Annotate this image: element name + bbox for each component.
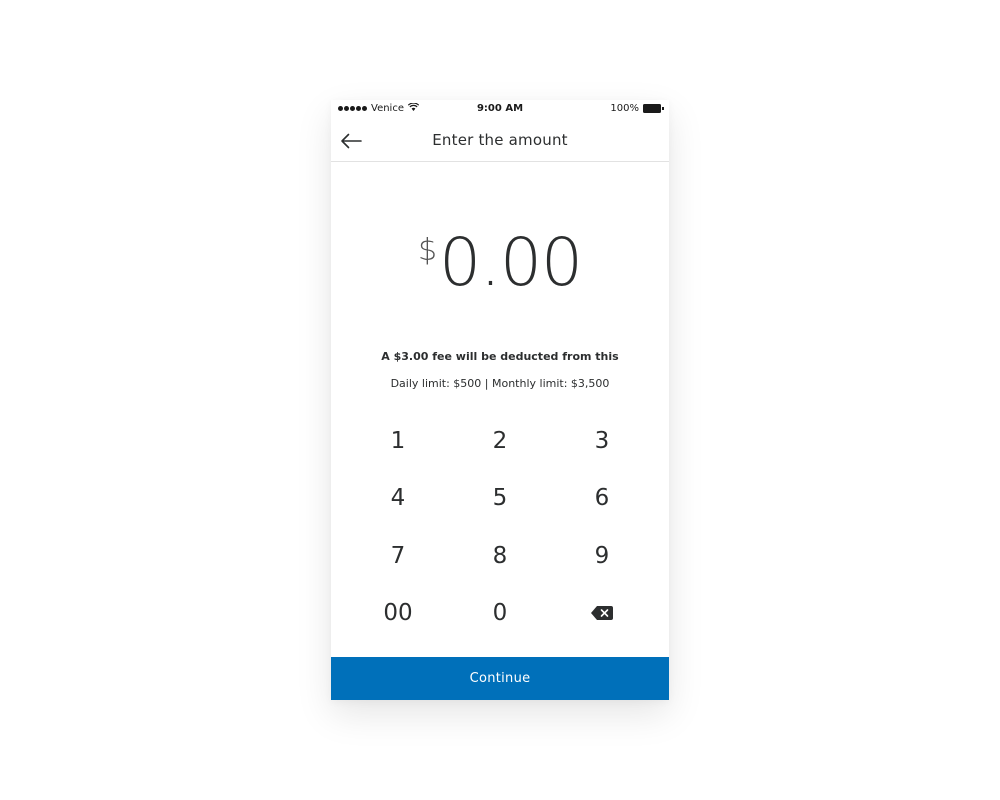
fee-notice: A $3.00 fee will be deducted from this bbox=[381, 350, 619, 363]
backspace-key[interactable] bbox=[551, 585, 653, 643]
battery-icon bbox=[643, 104, 664, 113]
status-bar: Venice 9:00 AM 100% bbox=[331, 100, 669, 120]
key-6[interactable]: 6 bbox=[551, 470, 653, 528]
key-5[interactable]: 5 bbox=[449, 470, 551, 528]
phone-screen: Venice 9:00 AM 100% Enter the amount $ 0… bbox=[331, 100, 669, 700]
backspace-icon bbox=[591, 606, 613, 621]
amount-value: 0.00 bbox=[439, 224, 583, 301]
continue-button[interactable]: Continue bbox=[331, 657, 669, 700]
amount-display: $ 0.00 bbox=[331, 230, 669, 300]
keypad: 1 2 3 4 5 6 7 8 9 00 0 bbox=[347, 412, 653, 642]
key-3[interactable]: 3 bbox=[551, 412, 653, 470]
currency-symbol: $ bbox=[417, 233, 438, 268]
key-9[interactable]: 9 bbox=[551, 527, 653, 585]
nav-bar: Enter the amount bbox=[331, 120, 669, 162]
page-title: Enter the amount bbox=[432, 131, 568, 149]
key-7[interactable]: 7 bbox=[347, 527, 449, 585]
battery-percent: 100% bbox=[610, 103, 639, 114]
key-1[interactable]: 1 bbox=[347, 412, 449, 470]
key-4[interactable]: 4 bbox=[347, 470, 449, 528]
limits-notice: Daily limit: $500 | Monthly limit: $3,50… bbox=[390, 377, 610, 390]
key-00[interactable]: 00 bbox=[347, 585, 449, 643]
key-8[interactable]: 8 bbox=[449, 527, 551, 585]
key-0[interactable]: 0 bbox=[449, 585, 551, 643]
status-right: 100% bbox=[610, 103, 664, 114]
key-2[interactable]: 2 bbox=[449, 412, 551, 470]
